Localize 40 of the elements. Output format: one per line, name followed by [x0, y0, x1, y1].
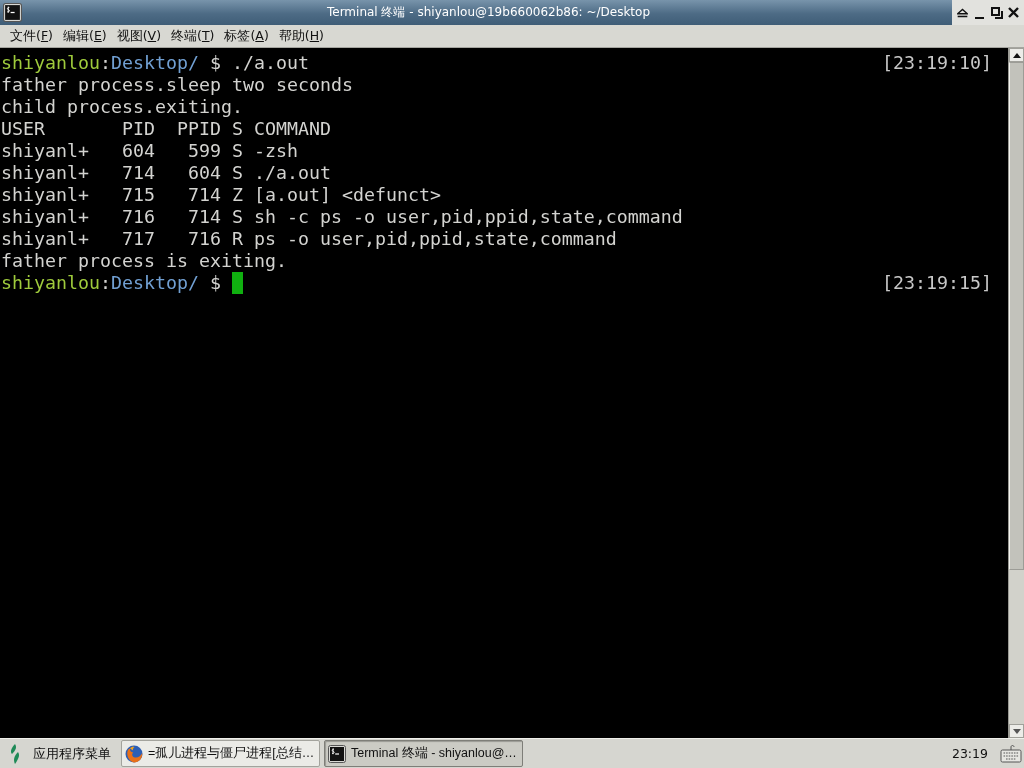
output-line: shiyanl+ 715 714 Z [a.out] <defunct>: [1, 184, 441, 206]
menu-item[interactable]: 终端(T): [170, 27, 216, 45]
timestamp: [23:19:10]: [882, 52, 992, 74]
eject-icon: [957, 7, 968, 18]
output-line: child process.exiting.: [1, 96, 243, 118]
app-menu-button[interactable]: 应用程序菜单: [4, 740, 117, 767]
output-line: shiyanl+ 714 604 S ./a.out: [1, 162, 331, 184]
prompt-line: shiyanlou:Desktop/ $ ./a.out: [1, 52, 309, 74]
terminal-icon: [3, 3, 22, 22]
close-icon: [1008, 7, 1019, 18]
window-title: Terminal 终端 - shiyanlou@19b660062b86: ~/Desktop: [325, 4, 651, 21]
scrollbar[interactable]: [1008, 48, 1024, 738]
terminal-icon: [328, 744, 346, 763]
taskbar-button[interactable]: Terminal 终端 - shiyanlou@…: [324, 740, 523, 767]
up-arrow-icon: [1012, 52, 1021, 58]
restore-icon: [990, 6, 1003, 19]
prompt-line: shiyanlou:Desktop/ $: [1, 272, 243, 294]
clock: 23:19: [951, 746, 988, 761]
leaf-icon: [8, 743, 22, 764]
scroll-down-button[interactable]: [1009, 724, 1024, 738]
globe-icon: [125, 744, 143, 763]
menu-item[interactable]: 视图(V): [115, 27, 162, 45]
output-line: shiyanl+ 717 716 R ps -o user,pid,ppid,state,command: [1, 228, 617, 250]
down-arrow-icon: [1012, 728, 1021, 734]
menu-item[interactable]: 标签(A): [223, 27, 270, 45]
maximize-button[interactable]: [989, 5, 1004, 20]
menu-item[interactable]: 帮助(H): [277, 27, 325, 45]
output-line: shiyanl+ 716 714 S sh -c ps -o user,pid,ppid,state,command: [1, 206, 683, 228]
scrollbar-thumb[interactable]: [1009, 62, 1024, 570]
close-button[interactable]: [1006, 5, 1021, 20]
output-line: father process.sleep two seconds: [1, 74, 353, 96]
menu-item[interactable]: 编辑(E): [62, 27, 108, 45]
menu-item[interactable]: 文件(F): [9, 27, 54, 45]
minimize-icon: [975, 16, 984, 19]
output-line: USER PID PPID S COMMAND: [1, 118, 331, 140]
output-line: father process is exiting.: [1, 250, 287, 272]
output-line: shiyanl+ 604 599 S -zsh: [1, 140, 298, 162]
scroll-up-button[interactable]: [1009, 48, 1024, 62]
timestamp: [23:19:15]: [882, 272, 992, 294]
taskbar-button[interactable]: =孤儿进程与僵尸进程[总结…: [121, 740, 320, 767]
